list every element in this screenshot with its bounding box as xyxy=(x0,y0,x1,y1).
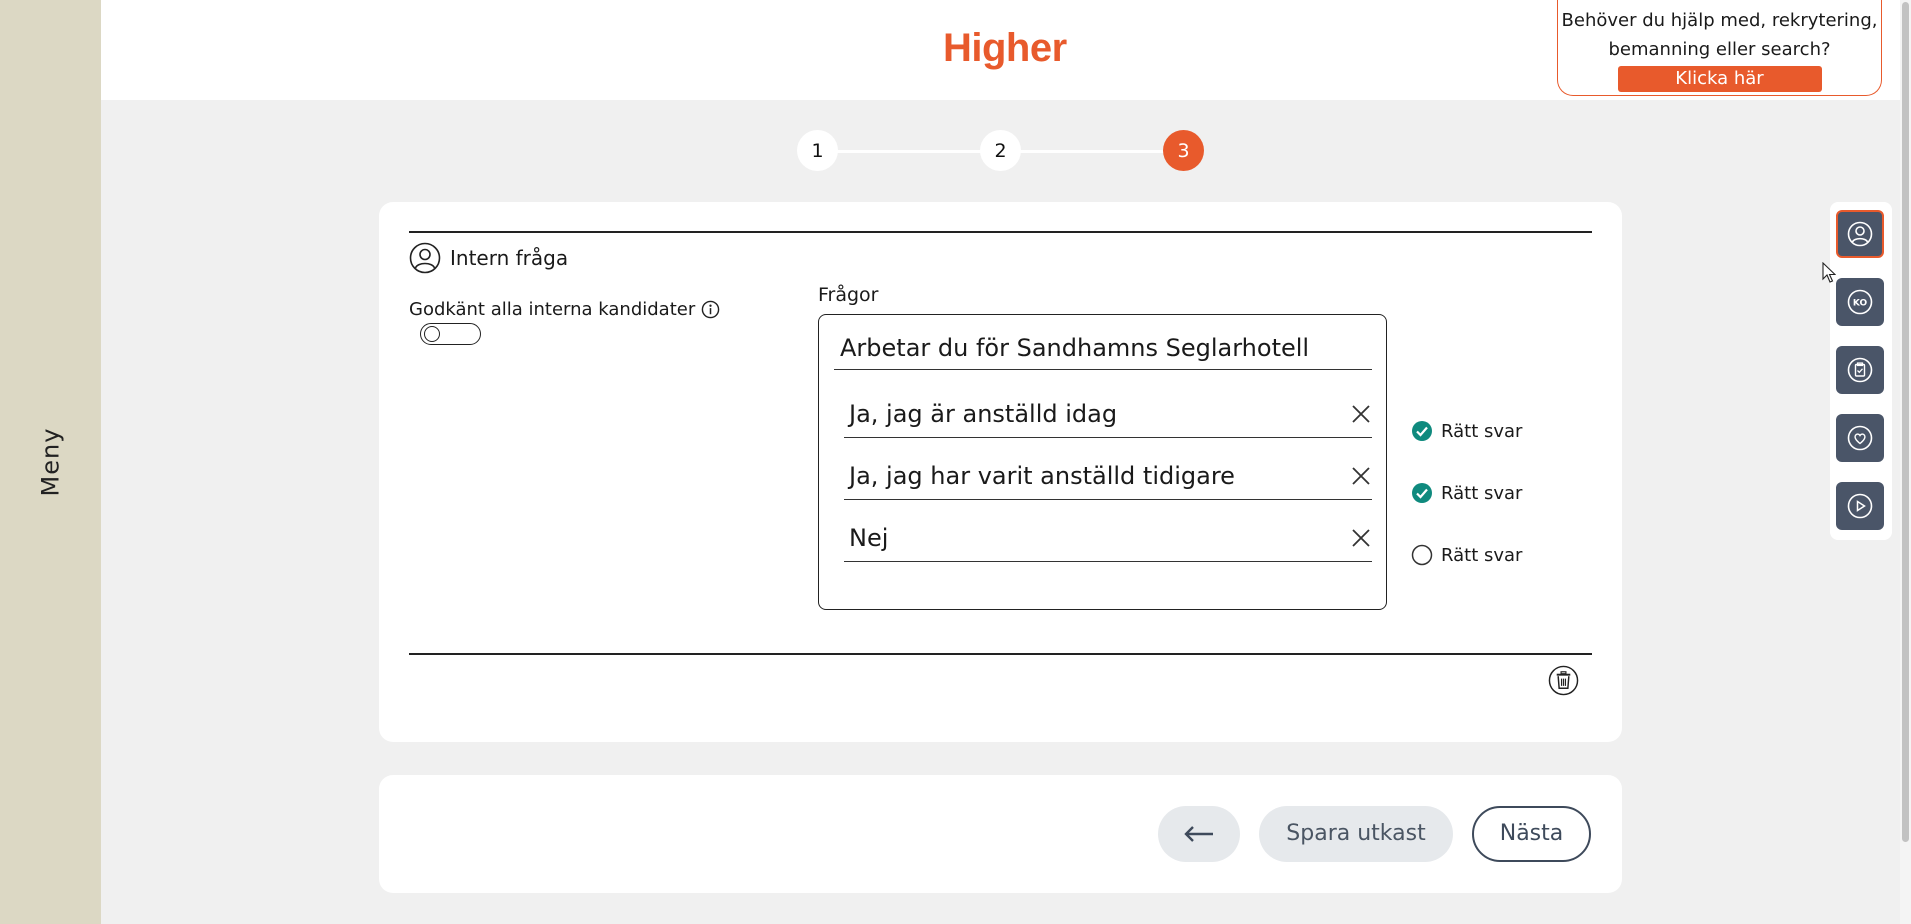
correct-label: Rätt svar xyxy=(1441,482,1523,504)
section-title: Intern fråga xyxy=(450,246,569,270)
logo[interactable]: Higher xyxy=(943,26,1067,71)
correct-label: Rätt svar xyxy=(1441,420,1523,442)
divider xyxy=(409,231,1592,233)
help-line-1: Behöver du hjälp med, rekrytering, xyxy=(1561,10,1878,31)
divider xyxy=(409,653,1592,655)
question-input[interactable]: Arbetar du för Sandhamns Seglarhotell xyxy=(834,331,1372,370)
questions-box: Arbetar du för Sandhamns Seglarhotell Ja… xyxy=(818,314,1387,610)
user-circle-icon xyxy=(409,242,441,274)
correct-answer-option-1[interactable]: Rätt svar xyxy=(1411,420,1522,442)
scrollbar-thumb[interactable] xyxy=(1902,2,1909,842)
help-cta-button[interactable]: Klicka här xyxy=(1617,66,1822,92)
answer-text: Ja, jag har varit anställd tidigare xyxy=(849,462,1235,490)
check-circle-icon xyxy=(1412,421,1432,441)
toggle-knob xyxy=(424,326,440,342)
empty-circle-icon xyxy=(1411,544,1433,566)
questions-label: Frågor xyxy=(818,284,879,306)
tool-ko-button[interactable]: KO xyxy=(1836,278,1884,326)
menu-rail[interactable]: Meny xyxy=(0,0,101,924)
approve-all-text: Godkänt alla interna kandidater xyxy=(409,299,696,320)
tool-rail: KO xyxy=(1830,202,1892,540)
trash-icon[interactable] xyxy=(1548,665,1579,696)
close-icon[interactable] xyxy=(1350,403,1372,425)
correct-answer-option-3[interactable]: Rätt svar xyxy=(1411,544,1522,566)
tool-play-button[interactable] xyxy=(1836,482,1884,530)
section-header: Intern fråga xyxy=(409,242,568,274)
stepper-track-1 xyxy=(817,150,1001,153)
tool-clipboard-button[interactable] xyxy=(1836,346,1884,394)
answer-input-2[interactable]: Ja, jag har varit anställd tidigare xyxy=(844,455,1372,500)
play-icon xyxy=(1847,493,1873,519)
tool-heart-button[interactable] xyxy=(1836,414,1884,462)
tool-user-button[interactable] xyxy=(1836,210,1884,258)
step-1[interactable]: 1 xyxy=(797,130,838,171)
check-circle-icon xyxy=(1412,483,1432,503)
close-icon[interactable] xyxy=(1350,527,1372,549)
menu-label: Meny xyxy=(36,427,65,497)
stepper-track-2 xyxy=(1001,150,1185,153)
save-draft-button[interactable]: Spara utkast xyxy=(1259,806,1453,862)
answer-input-3[interactable]: Nej xyxy=(844,517,1372,562)
answer-input-1[interactable]: Ja, jag är anställd idag xyxy=(844,393,1372,438)
heart-icon xyxy=(1847,425,1873,451)
user-circle-icon xyxy=(1847,221,1873,247)
footer-card: Spara utkast Nästa xyxy=(379,775,1622,893)
step-3[interactable]: 3 xyxy=(1163,130,1204,171)
answer-text: Ja, jag är anställd idag xyxy=(849,400,1118,428)
arrow-left-icon xyxy=(1184,826,1213,842)
svg-text:KO: KO xyxy=(1853,299,1868,309)
stepper: 1 2 3 xyxy=(797,130,1205,172)
info-icon[interactable] xyxy=(701,300,720,319)
clipboard-icon xyxy=(1847,357,1873,383)
step-2[interactable]: 2 xyxy=(980,130,1021,171)
help-line-2: bemanning eller search? xyxy=(1608,39,1831,60)
next-button[interactable]: Nästa xyxy=(1472,806,1591,862)
correct-answer-option-2[interactable]: Rätt svar xyxy=(1411,482,1522,504)
vertical-scrollbar[interactable] xyxy=(1900,0,1911,924)
ko-icon: KO xyxy=(1847,289,1873,315)
answer-text: Nej xyxy=(849,524,889,552)
mouse-cursor-icon xyxy=(1822,262,1836,283)
help-box: Behöver du hjälp med, rekrytering, beman… xyxy=(1557,0,1882,96)
correct-label: Rätt svar xyxy=(1441,544,1523,566)
approve-all-toggle[interactable] xyxy=(420,323,481,345)
approve-all-label: Godkänt alla interna kandidater xyxy=(409,299,720,320)
close-icon[interactable] xyxy=(1350,465,1372,487)
back-button[interactable] xyxy=(1158,806,1240,862)
question-card: Intern fråga Godkänt alla interna kandid… xyxy=(379,202,1622,742)
